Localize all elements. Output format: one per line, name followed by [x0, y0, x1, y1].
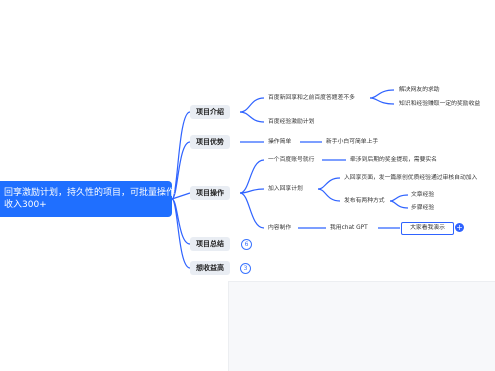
intro-leaf-earn-rewards[interactable]: 知识和经验赚取一定的奖励收益	[399, 100, 480, 108]
operation-leaf-article[interactable]: 文章经验	[411, 191, 434, 199]
root-line-1: 回享激励计划，持久性的项目，可批量操作	[4, 188, 176, 198]
overlay-panel	[228, 281, 495, 371]
branch-summary[interactable]: 项目总结	[190, 237, 230, 251]
selected-node-demo[interactable]: 大家看我演示	[401, 222, 454, 235]
advantage-leaf-simple[interactable]: 操作简单	[268, 138, 291, 146]
plus-icon: +	[456, 223, 463, 232]
operation-leaf-auto-join[interactable]: 入回享页面，发一篇原创优质经验通过审核自动加入	[344, 174, 477, 182]
branch-advantage[interactable]: 项目优势	[190, 135, 230, 149]
intro-leaf-similar-to-qa[interactable]: 百度新回享和之前百度答题差不多	[268, 94, 355, 102]
root-line-2: 收入300+	[4, 200, 47, 210]
summary-collapsed-count-badge[interactable]: 6	[241, 239, 252, 250]
income-collapsed-count-badge[interactable]: 3	[240, 263, 251, 274]
operation-leaf-real-name[interactable]: 牵涉到后期的奖金提现，需要实名	[350, 156, 437, 164]
root-node[interactable]: 回享激励计划，持久性的项目，可批量操作 收入300+	[0, 181, 176, 217]
branch-operation[interactable]: 项目操作	[190, 186, 230, 200]
operation-leaf-two-ways[interactable]: 发布有两种方式	[344, 197, 385, 205]
operation-leaf-chatgpt[interactable]: 我用chat GPT	[330, 224, 368, 232]
operation-leaf-steps[interactable]: 步骤经验	[411, 204, 434, 212]
intro-leaf-incentive-plan[interactable]: 百度经验激励计划	[268, 118, 314, 126]
operation-leaf-content[interactable]: 内容制作	[268, 224, 291, 232]
operation-leaf-join-plan[interactable]: 加入回享计划	[268, 185, 303, 193]
operation-leaf-one-account[interactable]: 一个百度账号就行	[268, 156, 314, 164]
mind-map-canvas[interactable]: 回享激励计划，持久性的项目，可批量操作 收入300+ 项目介绍 项目优势 项目操…	[0, 0, 495, 371]
intro-leaf-solve-questions[interactable]: 解决网友的求助	[399, 86, 440, 94]
branch-income[interactable]: 想收益高	[190, 261, 230, 275]
branch-intro[interactable]: 项目介绍	[190, 105, 230, 119]
add-node-button[interactable]: +	[455, 223, 464, 232]
advantage-leaf-beginner[interactable]: 新手小白可简单上手	[326, 138, 378, 146]
